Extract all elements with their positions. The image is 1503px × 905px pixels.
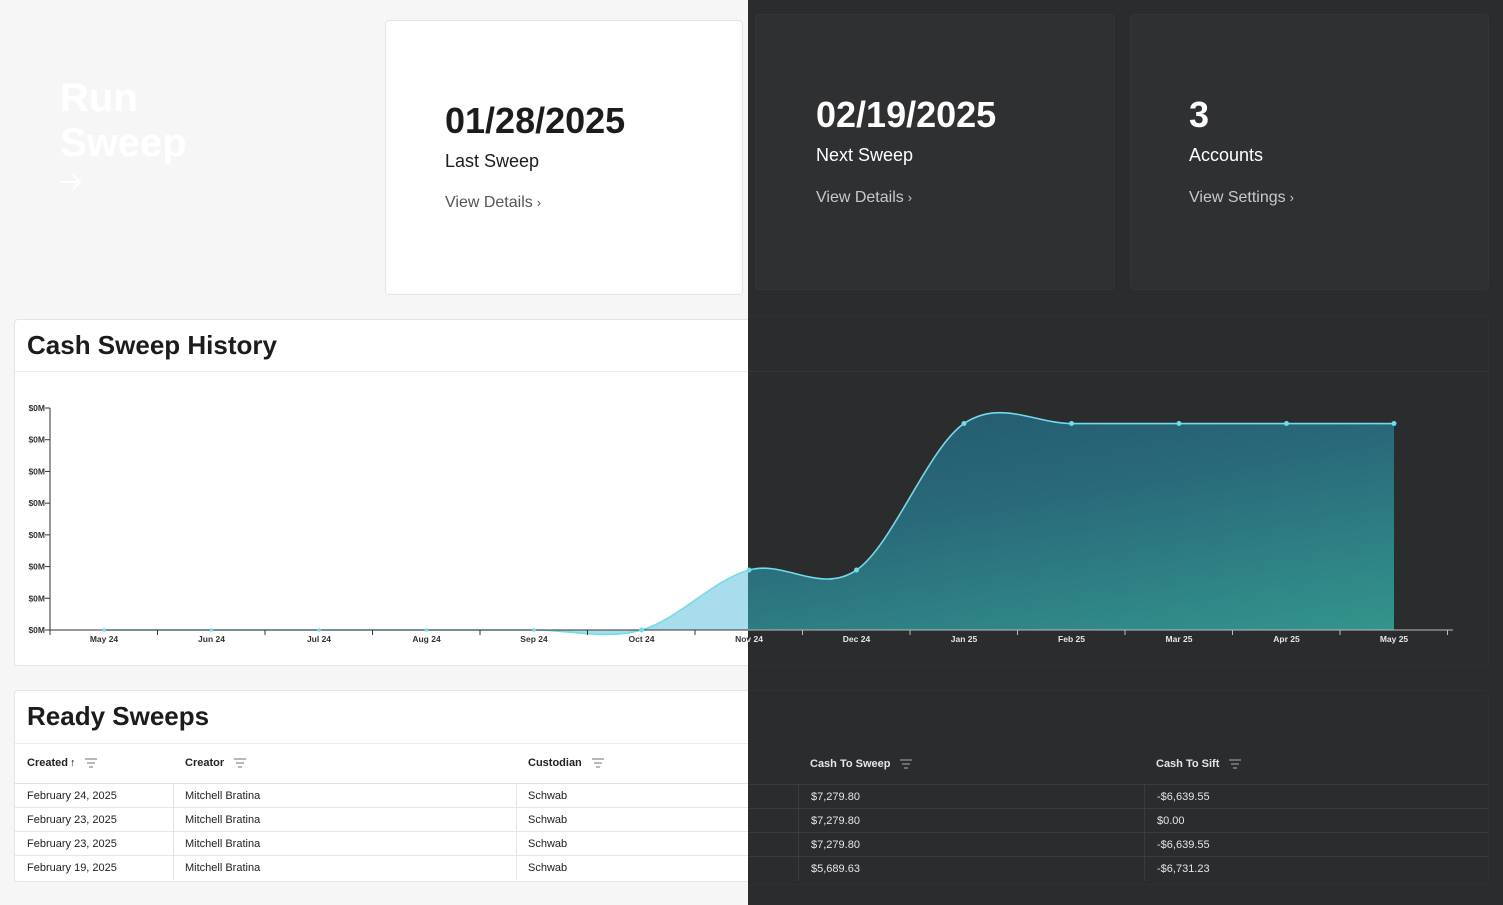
chart-dark-layer: May 24 Jun 24 Jul 24 Aug 24 Sep 24 Oct 24 Nov … — [748, 411, 1453, 644]
column-label: Cash To Sift — [1156, 758, 1220, 770]
y-tick-label: $0M — [28, 562, 45, 572]
x-tick-label: Jun 24 — [198, 634, 225, 644]
column-label: Creator — [185, 757, 225, 769]
cell-cash-to-sift: -$6,639.55 — [1157, 791, 1210, 803]
x-tick-label: Mar 25 — [1166, 634, 1193, 644]
cell-custodian: Schwab — [528, 790, 568, 802]
cell-created: February 23, 2025 — [27, 838, 117, 850]
column-header-creator[interactable]: Creator — [185, 757, 247, 769]
cell-cash-to-sweep: $5,689.63 — [811, 863, 860, 875]
cell-cash-to-sift: -$6,639.55 — [1157, 839, 1210, 851]
row-divider — [15, 807, 748, 808]
ready-sweeps-title: Ready Sweeps — [27, 701, 210, 731]
filter-icon[interactable] — [85, 758, 98, 768]
sort-ascending-icon: ↑ — [69, 757, 76, 769]
y-tick-label: $0M — [28, 530, 45, 540]
x-tick-label: Aug 24 — [412, 634, 441, 644]
data-point — [639, 627, 644, 633]
y-tick-label: $0M — [28, 593, 45, 603]
cell-creator: Mitchell Bratina — [185, 862, 261, 874]
cell-created: February 24, 2025 — [27, 790, 117, 802]
data-point — [1176, 421, 1182, 427]
cell-cash-to-sweep: $7,279.80 — [811, 791, 860, 803]
column-divider — [1144, 785, 1145, 881]
ready-sweeps-card: Ready Sweeps — [14, 690, 748, 882]
cell-cash-to-sweep: $7,279.80 — [811, 815, 860, 827]
cell-custodian: Schwab — [528, 814, 568, 826]
series-area — [748, 412, 1394, 630]
row-divider — [748, 808, 1489, 809]
x-tick-label: May 25 — [1380, 634, 1409, 644]
column-divider — [798, 785, 799, 881]
cell-custodian: Schwab — [528, 838, 568, 850]
column-header-custodian[interactable]: Custodian — [528, 757, 604, 769]
data-point — [209, 628, 214, 632]
column-header-cash-to-sweep[interactable]: Cash To Sweep — [810, 758, 913, 770]
table-header-divider — [748, 784, 1489, 785]
x-tick-label: Sep 24 — [520, 634, 548, 644]
row-divider — [748, 856, 1489, 857]
column-label: Custodian — [528, 757, 582, 769]
column-label: Created — [27, 757, 68, 769]
cell-cash-to-sift: -$6,731.23 — [1157, 863, 1210, 875]
y-tick-label: $0M — [28, 403, 45, 413]
y-tick-label: $0M — [28, 625, 45, 635]
y-tick-label: $0M — [28, 466, 45, 476]
filter-icon[interactable] — [591, 758, 604, 768]
x-tick-label: Apr 25 — [1273, 634, 1300, 644]
filter-icon[interactable] — [234, 758, 247, 768]
column-header-cash-to-sift[interactable]: Cash To Sift — [1156, 758, 1242, 770]
data-point — [854, 567, 859, 573]
column-label: Cash To Sweep — [810, 758, 891, 770]
x-tick-label: Jan 25 — [951, 634, 978, 644]
x-tick-label: Dec 24 — [843, 634, 871, 644]
x-tick-label: Jul 24 — [307, 634, 331, 644]
cell-cash-to-sift: $0.00 — [1157, 815, 1185, 827]
data-point — [1284, 421, 1289, 427]
data-point — [1391, 421, 1397, 427]
row-divider — [15, 855, 748, 856]
data-point — [317, 628, 321, 632]
filter-icon[interactable] — [900, 759, 913, 769]
cell-creator: Mitchell Bratina — [185, 790, 261, 802]
cell-custodian: Schwab — [528, 862, 568, 874]
cell-cash-to-sweep: $7,279.80 — [811, 839, 860, 851]
cell-creator: Mitchell Bratina — [185, 814, 261, 826]
column-divider — [173, 784, 174, 880]
data-point — [424, 628, 429, 632]
x-tick-label: May 24 — [90, 634, 119, 644]
cell-creator: Mitchell Bratina — [185, 838, 261, 850]
x-tick-label: Oct 24 — [629, 634, 655, 644]
filter-icon[interactable] — [1229, 759, 1242, 769]
y-tick-label: $0M — [28, 498, 45, 508]
x-tick-label: Feb 25 — [1058, 634, 1085, 644]
row-divider — [15, 831, 748, 832]
column-divider — [516, 784, 517, 880]
column-header-created[interactable]: Created ↑ — [27, 757, 98, 769]
cell-created: February 23, 2025 — [27, 814, 117, 826]
table-header-divider — [15, 783, 748, 784]
cell-created: February 19, 2025 — [27, 862, 117, 874]
data-point — [1069, 421, 1074, 427]
data-point — [961, 421, 967, 427]
data-point — [532, 628, 536, 632]
row-divider — [748, 832, 1489, 833]
y-tick-label: $0M — [28, 435, 45, 445]
data-point — [102, 628, 106, 632]
divider — [15, 743, 748, 744]
